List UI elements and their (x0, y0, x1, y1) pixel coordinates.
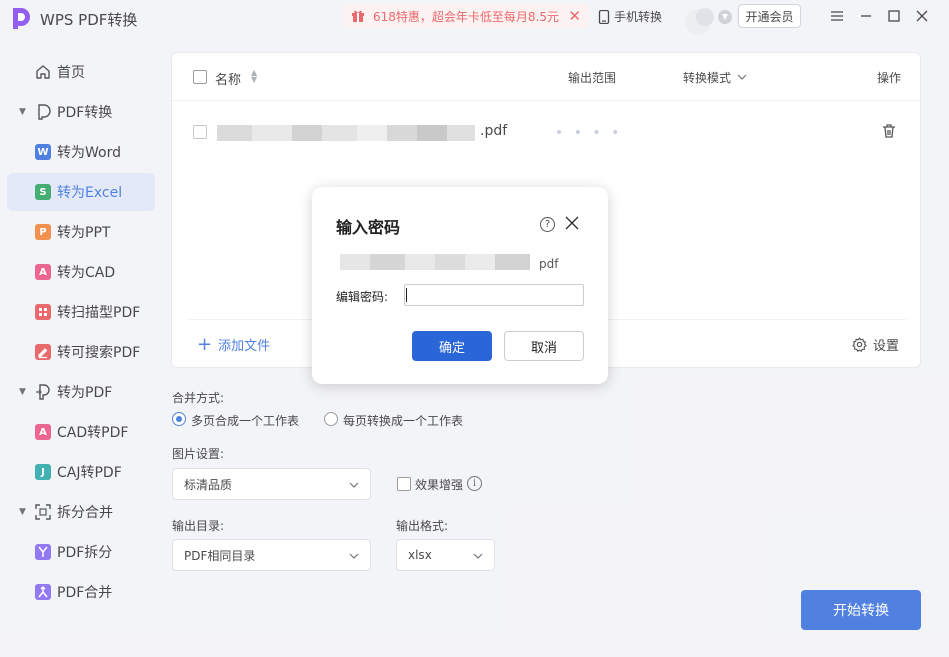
dialog-close-icon[interactable] (565, 216, 579, 230)
password-input[interactable] (404, 284, 584, 306)
password-dialog: 输入密码 ? pdf 编辑密码: 确定 取消 (312, 187, 608, 384)
dialog-file-name-redacted (340, 254, 530, 270)
password-label: 编辑密码: (336, 290, 389, 304)
text-cursor (406, 288, 407, 302)
dialog-file-extension: pdf (539, 257, 559, 271)
help-icon[interactable]: ? (540, 217, 555, 232)
cancel-button[interactable]: 取消 (504, 331, 584, 361)
ok-button[interactable]: 确定 (412, 331, 492, 361)
dialog-title: 输入密码 (336, 218, 401, 237)
